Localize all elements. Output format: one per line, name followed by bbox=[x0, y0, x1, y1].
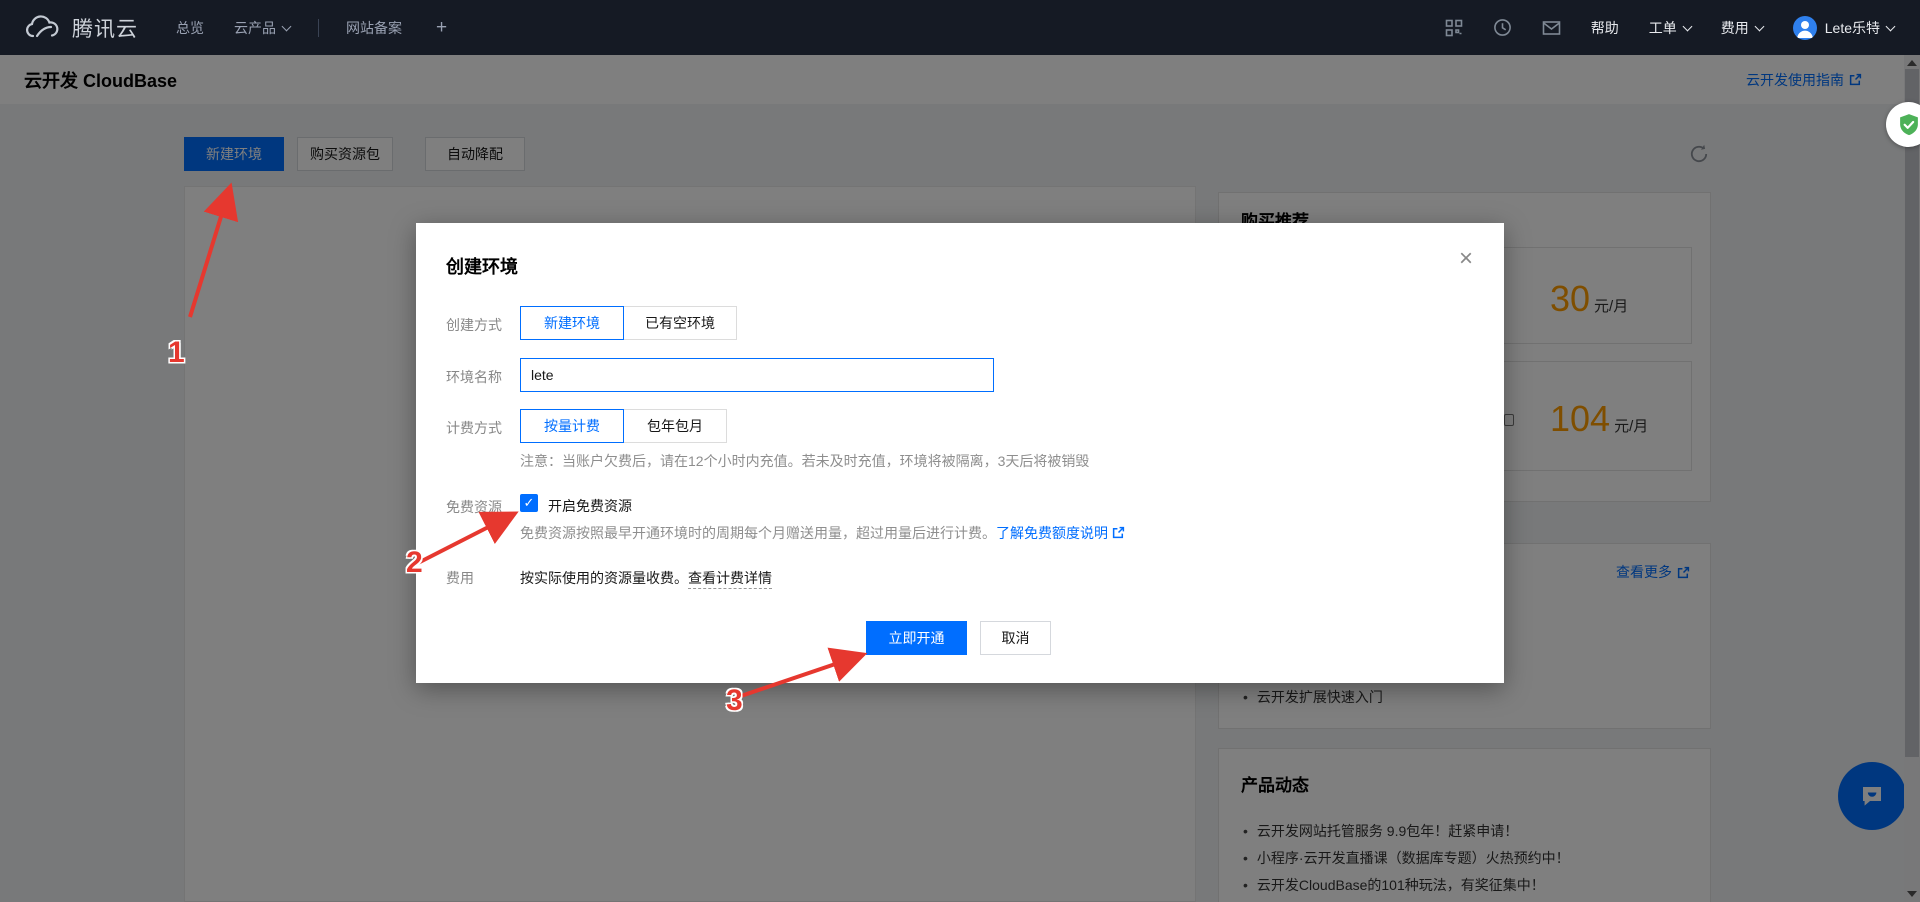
step3-arrow bbox=[728, 645, 873, 705]
nav-ticket[interactable]: 工单 bbox=[1649, 18, 1691, 38]
close-icon[interactable]: × bbox=[1452, 245, 1480, 273]
shield-check-icon bbox=[1896, 112, 1920, 138]
account-menu[interactable]: Lete乐特 bbox=[1793, 16, 1894, 40]
option-existing-environment[interactable]: 已有空环境 bbox=[623, 306, 737, 340]
create-method-label: 创建方式 bbox=[446, 315, 502, 335]
option-prepaid[interactable]: 包年包月 bbox=[623, 409, 727, 443]
free-resource-checkbox-label[interactable]: 开启免费资源 bbox=[548, 496, 632, 516]
logo-text: 腾讯云 bbox=[72, 13, 138, 43]
cancel-button[interactable]: 取消 bbox=[980, 621, 1051, 655]
mail-icon[interactable] bbox=[1542, 20, 1561, 36]
billing-note: 注意：当账户欠费后，请在12个小时内充值。若未及时充值，环境将被隔离，3天后将被… bbox=[520, 451, 1089, 471]
create-method-options: 新建环境 已有空环境 bbox=[520, 306, 737, 340]
step2-arrow bbox=[406, 505, 526, 573]
clock-icon[interactable] bbox=[1493, 18, 1512, 37]
nav-divider bbox=[318, 19, 319, 37]
step1-number: 1 bbox=[168, 336, 185, 370]
billing-detail-link[interactable]: 查看计费详情 bbox=[688, 570, 772, 589]
cloudbase-console: 腾讯云 总览 云产品 网站备案 + 帮助 bbox=[0, 0, 1920, 902]
confirm-activate-button[interactable]: 立即开通 bbox=[866, 621, 967, 655]
option-new-environment[interactable]: 新建环境 bbox=[520, 306, 624, 340]
dialog-title: 创建环境 bbox=[446, 253, 518, 279]
chevron-down-icon bbox=[1682, 21, 1692, 31]
nav-icp[interactable]: 网站备案 bbox=[346, 18, 402, 38]
create-environment-dialog: 创建环境 × 创建方式 新建环境 已有空环境 环境名称 计费方式 按量计费 包年… bbox=[416, 223, 1504, 683]
tencent-cloud-logo[interactable]: 腾讯云 bbox=[24, 13, 138, 43]
nav-billing[interactable]: 费用 bbox=[1721, 18, 1763, 38]
nav-overview[interactable]: 总览 bbox=[176, 18, 204, 38]
step2-number: 2 bbox=[406, 546, 423, 580]
chevron-down-icon bbox=[1754, 21, 1764, 31]
nav-help[interactable]: 帮助 bbox=[1591, 18, 1619, 38]
chevron-down-icon bbox=[282, 21, 292, 31]
user-avatar bbox=[1793, 16, 1817, 40]
free-resource-description: 免费资源按照最早开通环境时的周期每个月赠送用量，超过用量后进行计费。了解免费额度… bbox=[520, 523, 1125, 543]
nav-add-tab-button[interactable]: + bbox=[436, 17, 447, 39]
cloud-logo-icon bbox=[24, 15, 60, 41]
environment-name-input[interactable] bbox=[520, 358, 994, 392]
top-navbar: 腾讯云 总览 云产品 网站备案 + 帮助 bbox=[0, 0, 1920, 55]
step3-number: 3 bbox=[726, 684, 743, 718]
billing-mode-label: 计费方式 bbox=[446, 418, 502, 438]
qr-code-icon[interactable] bbox=[1445, 19, 1463, 37]
chevron-down-icon bbox=[1886, 21, 1896, 31]
env-name-label: 环境名称 bbox=[446, 367, 502, 387]
free-quota-link[interactable]: 了解免费额度说明 bbox=[996, 525, 1108, 541]
billing-mode-options: 按量计费 包年包月 bbox=[520, 409, 727, 443]
external-link-icon bbox=[1112, 526, 1125, 539]
fee-description: 按实际使用的资源量收费。查看计费详情 bbox=[520, 568, 772, 588]
nav-products[interactable]: 云产品 bbox=[234, 18, 290, 38]
step1-arrow bbox=[178, 182, 248, 327]
user-name: Lete乐特 bbox=[1825, 18, 1894, 38]
option-pay-as-you-go[interactable]: 按量计费 bbox=[520, 409, 624, 443]
